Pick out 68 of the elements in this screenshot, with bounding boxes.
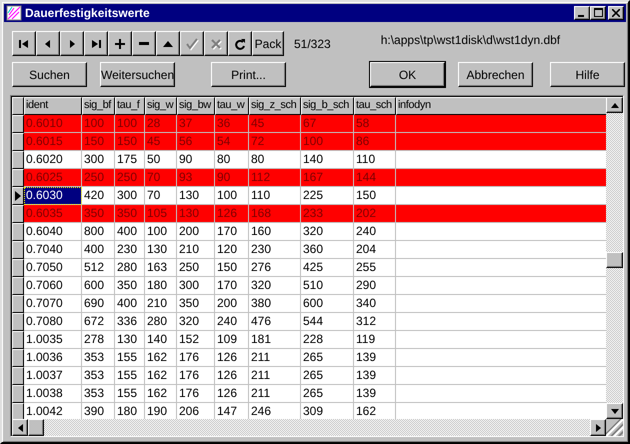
column-header[interactable]: sig_z_sch (249, 97, 301, 115)
navigator-button[interactable] (132, 31, 156, 56)
window-title: Dauerfestigkeitswerte (25, 6, 151, 20)
file-path: h:\apps\tp\wst1disk\d\wst1dyn.dbf (380, 33, 560, 47)
navigator-button[interactable] (204, 31, 228, 56)
column-header[interactable]: ident (24, 97, 82, 115)
navigator-button[interactable] (60, 31, 84, 56)
navigator-button[interactable] (156, 31, 180, 56)
column-header[interactable]: infodyn (396, 97, 606, 115)
dialog-button[interactable]: OK (370, 62, 445, 87)
row-indicator[interactable] (12, 169, 24, 187)
row-indicator[interactable] (12, 241, 24, 259)
column-header[interactable]: sig_bw (177, 97, 215, 115)
navigator-button[interactable] (108, 31, 132, 56)
close-button[interactable] (608, 6, 624, 20)
row-indicator[interactable] (12, 115, 24, 133)
minimize-button[interactable] (574, 6, 590, 20)
horizontal-scrollbar[interactable] (12, 419, 623, 436)
scroll-right-button[interactable] (590, 419, 606, 436)
row-indicator[interactable] (12, 313, 24, 331)
column-header[interactable]: sig_bf (82, 97, 115, 115)
dialog-button[interactable]: Print... (211, 62, 286, 87)
column-header[interactable]: tau_w (215, 97, 249, 115)
row-indicator[interactable] (12, 295, 24, 313)
row-indicator[interactable] (12, 151, 24, 169)
close-icon (612, 9, 620, 17)
vertical-scrollbar[interactable] (606, 97, 623, 419)
current-row-icon (15, 191, 21, 201)
navigator-button[interactable] (228, 31, 252, 56)
navigator-button[interactable] (84, 31, 108, 56)
row-indicator[interactable] (12, 187, 24, 205)
down-arrow-icon (610, 408, 618, 414)
row-indicator[interactable] (12, 349, 24, 367)
row-indicator[interactable] (12, 223, 24, 241)
table-cell[interactable]: 0.6030 (24, 187, 82, 205)
column-header[interactable]: sig_b_sch (301, 97, 354, 115)
row-indicator[interactable] (12, 331, 24, 349)
dialog-button[interactable]: Weitersuchen (100, 62, 175, 87)
column-header[interactable]: tau_f (115, 97, 145, 115)
maximize-button[interactable] (590, 6, 606, 20)
up-arrow-icon (610, 102, 618, 108)
scroll-left-button[interactable] (12, 419, 28, 436)
scroll-up-button[interactable] (606, 97, 623, 113)
navigator-button[interactable] (12, 31, 36, 56)
scroll-thumb[interactable] (28, 419, 44, 436)
size-grip[interactable] (606, 419, 623, 436)
navigator-button[interactable] (180, 31, 204, 56)
column-header[interactable]: sig_w (145, 97, 177, 115)
record-count: 51/323 (294, 37, 331, 51)
scroll-thumb[interactable] (606, 252, 623, 268)
row-indicator[interactable] (12, 403, 24, 419)
app-icon (6, 5, 22, 21)
left-arrow-icon (18, 424, 22, 432)
dialog-button[interactable]: Hilfe (550, 62, 625, 87)
pack-button[interactable]: Pack (252, 31, 284, 56)
row-indicator[interactable] (12, 133, 24, 151)
column-header[interactable]: tau_sch (354, 97, 396, 115)
dialog-button[interactable]: Abbrechen (458, 62, 533, 87)
maximize-icon (594, 8, 602, 17)
navigator-button[interactable] (36, 31, 60, 56)
row-indicator[interactable] (12, 367, 24, 385)
row-indicator[interactable] (12, 277, 24, 295)
dialog-button[interactable]: Suchen (12, 62, 87, 87)
right-arrow-icon (596, 424, 600, 432)
row-indicator[interactable] (12, 205, 24, 223)
row-indicator[interactable] (12, 385, 24, 403)
scroll-down-button[interactable] (606, 403, 623, 419)
row-indicator[interactable] (12, 259, 24, 277)
